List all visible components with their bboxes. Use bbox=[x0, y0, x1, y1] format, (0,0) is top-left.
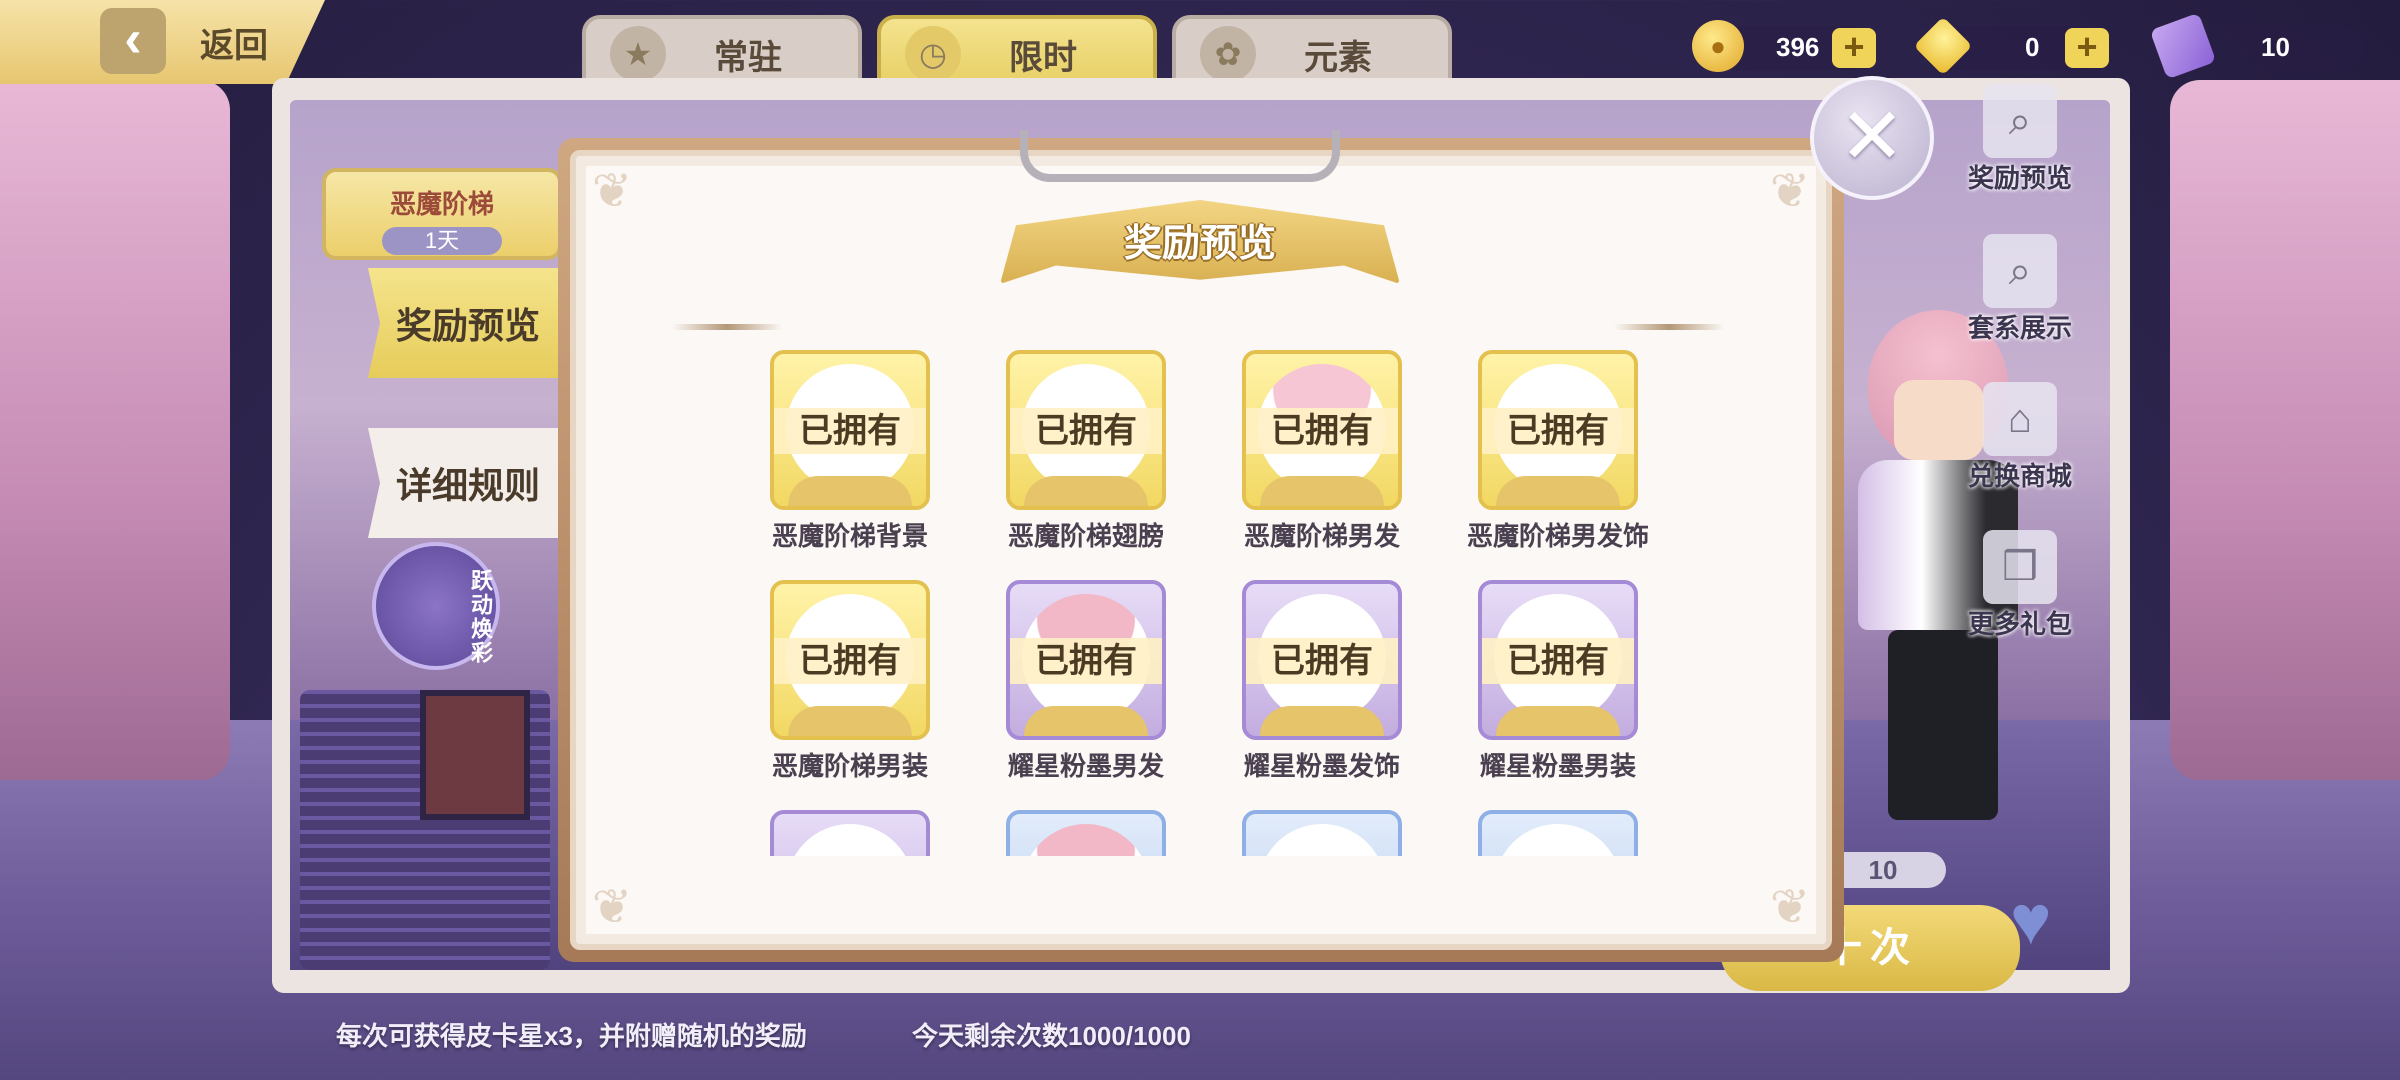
reward-preview-menu-button[interactable]: ⌕ 奖励预览 bbox=[1955, 84, 2085, 195]
claw-machine-right bbox=[2170, 80, 2400, 780]
diamond-value: 0 bbox=[2025, 32, 2040, 62]
coin-icon: ● bbox=[1692, 20, 1744, 72]
reward-name: 恶魔阶梯男装 bbox=[771, 751, 928, 781]
side-tab-label: 详细规则 bbox=[395, 465, 540, 506]
reward-name: 耀星粉墨男装 bbox=[1479, 751, 1636, 781]
reward-name: 耀星粉墨男发 bbox=[1007, 751, 1164, 781]
reward-preview-icon: ⌕ bbox=[1983, 84, 2057, 158]
divider-right bbox=[1614, 324, 1724, 330]
draw-description: 每次可获得皮卡星x3，并附赠随机的奖励 bbox=[336, 1021, 807, 1051]
side-tab-label: 奖励预览 bbox=[395, 305, 540, 346]
remaining-count: 今天剩余次数1000/1000 bbox=[912, 1021, 1191, 1051]
menu-label: 套系展示 bbox=[1967, 313, 2072, 343]
reward-card: 已拥有 bbox=[1478, 580, 1638, 740]
owned-label: 已拥有 bbox=[1010, 408, 1162, 454]
diamond-currency: 0 + bbox=[1913, 16, 2109, 76]
event-title-card: 恶魔阶梯 1天 bbox=[322, 168, 562, 260]
reward-name: 恶魔阶梯背景 bbox=[771, 521, 928, 551]
flower-icon: ✿ bbox=[1200, 26, 1256, 82]
tab-label: 元素 bbox=[1304, 38, 1372, 77]
reward-grid[interactable]: 已拥有 恶魔阶梯背景 已拥有 恶魔阶梯翅膀 已拥有 恶魔阶梯男发 已拥有 恶魔阶… bbox=[755, 350, 1655, 856]
back-label: 返回 bbox=[200, 27, 268, 65]
add-diamond-button[interactable]: + bbox=[2065, 28, 2109, 68]
owned-label: 已拥有 bbox=[1482, 408, 1634, 454]
corner-ornament-icon: ❦ bbox=[1769, 165, 1811, 218]
owned-label: 已拥有 bbox=[1482, 638, 1634, 684]
gift-menu-button[interactable]: ❒ 更多礼包 bbox=[1955, 530, 2085, 641]
claw-machine-left bbox=[0, 80, 230, 780]
reward-item[interactable] bbox=[1227, 810, 1417, 856]
shop-icon: ⌂ bbox=[1983, 382, 2057, 456]
reward-name: 耀星粉墨发饰 bbox=[1243, 751, 1400, 781]
reward-card bbox=[1006, 810, 1166, 856]
reward-card: 已拥有 bbox=[770, 350, 930, 510]
reward-name: 恶魔阶梯男发饰 bbox=[1466, 521, 1649, 551]
gift-icon: ❒ bbox=[1983, 530, 2057, 604]
modal-hanger bbox=[1020, 130, 1340, 182]
reward-item[interactable]: 已拥有 恶魔阶梯男装 bbox=[755, 580, 945, 810]
close-icon: ✕ bbox=[1839, 92, 1905, 180]
corner-ornament-icon: ❦ bbox=[591, 881, 633, 934]
owned-label: 已拥有 bbox=[774, 638, 926, 684]
heart-icon: ♥ bbox=[2010, 881, 2052, 959]
reward-item[interactable]: 已拥有 耀星粉墨男发 bbox=[991, 580, 1181, 810]
event-title: 恶魔阶梯 bbox=[389, 189, 494, 219]
corner-ornament-icon: ❦ bbox=[591, 165, 633, 218]
event-badge[interactable]: 跃动焕彩 bbox=[372, 542, 500, 670]
back-arrow-icon: ‹ bbox=[100, 8, 166, 74]
coin-value: 396 bbox=[1776, 32, 1820, 62]
reward-card: 已拥有 bbox=[1006, 350, 1166, 510]
reward-item[interactable]: 已拥有 耀星粉墨发饰 bbox=[1227, 580, 1417, 810]
reward-item[interactable]: 已拥有 耀星粉墨男装 bbox=[1463, 580, 1653, 810]
set-display-icon: ⌕ bbox=[1983, 234, 2057, 308]
reward-item[interactable]: 已拥有 恶魔阶梯男发 bbox=[1227, 350, 1417, 580]
reward-item[interactable] bbox=[1463, 810, 1653, 856]
tab-label: 限时 bbox=[1009, 38, 1077, 77]
reward-card: 已拥有 bbox=[1242, 580, 1402, 740]
reward-card: 已拥有 bbox=[1478, 350, 1638, 510]
ticket-icon bbox=[2149, 12, 2217, 80]
reward-card bbox=[1478, 810, 1638, 856]
side-tab-reward-preview[interactable]: 奖励预览 bbox=[368, 268, 568, 378]
star-icon: ★ bbox=[610, 26, 666, 82]
reward-item[interactable] bbox=[991, 810, 1181, 856]
shop-menu-button[interactable]: ⌂ 兑换商城 bbox=[1955, 382, 2085, 493]
owned-label: 已拥有 bbox=[1246, 638, 1398, 684]
owned-label: 已拥有 bbox=[1246, 408, 1398, 454]
reward-item[interactable]: 已拥有 恶魔阶梯翅膀 bbox=[991, 350, 1181, 580]
tab-label: 常驻 bbox=[714, 38, 782, 77]
reward-item[interactable] bbox=[755, 810, 945, 856]
clock-icon: ◷ bbox=[905, 26, 961, 82]
coin-currency: ● 396 + bbox=[1692, 20, 1876, 72]
side-tab-rules[interactable]: 详细规则 bbox=[368, 428, 568, 538]
divider-left bbox=[672, 324, 782, 330]
add-coin-button[interactable]: + bbox=[1832, 28, 1876, 68]
reward-item[interactable]: 已拥有 恶魔阶梯男发饰 bbox=[1463, 350, 1653, 580]
reward-card bbox=[770, 810, 930, 856]
owned-label: 已拥有 bbox=[1010, 638, 1162, 684]
close-modal-button[interactable]: ✕ bbox=[1810, 76, 1934, 200]
diamond-icon bbox=[1913, 16, 1973, 76]
back-button[interactable]: ‹ 返回 bbox=[0, 0, 325, 84]
badge-text: 跃动焕彩 bbox=[468, 569, 493, 665]
menu-label: 奖励预览 bbox=[1967, 163, 2072, 193]
reward-card: 已拥有 bbox=[770, 580, 930, 740]
ticket-value: 10 bbox=[2261, 32, 2290, 62]
reward-name: 恶魔阶梯翅膀 bbox=[1007, 521, 1164, 551]
corner-ornament-icon: ❦ bbox=[1769, 881, 1811, 934]
modal-title: 奖励预览 bbox=[1123, 223, 1276, 265]
reward-card: 已拥有 bbox=[1242, 350, 1402, 510]
ticket-currency: 10 bbox=[2149, 12, 2365, 80]
reward-name: 恶魔阶梯男发 bbox=[1243, 521, 1400, 551]
menu-label: 更多礼包 bbox=[1967, 609, 2072, 639]
menu-label: 兑换商城 bbox=[1967, 461, 2072, 491]
reward-card bbox=[1242, 810, 1402, 856]
owned-label: 已拥有 bbox=[774, 408, 926, 454]
character-pants bbox=[1888, 630, 1998, 820]
reward-item[interactable]: 已拥有 恶魔阶梯背景 bbox=[755, 350, 945, 580]
machine-display bbox=[420, 690, 530, 820]
reward-card: 已拥有 bbox=[1006, 580, 1166, 740]
set-display-menu-button[interactable]: ⌕ 套系展示 bbox=[1955, 234, 2085, 345]
event-duration: 1天 bbox=[382, 227, 502, 255]
